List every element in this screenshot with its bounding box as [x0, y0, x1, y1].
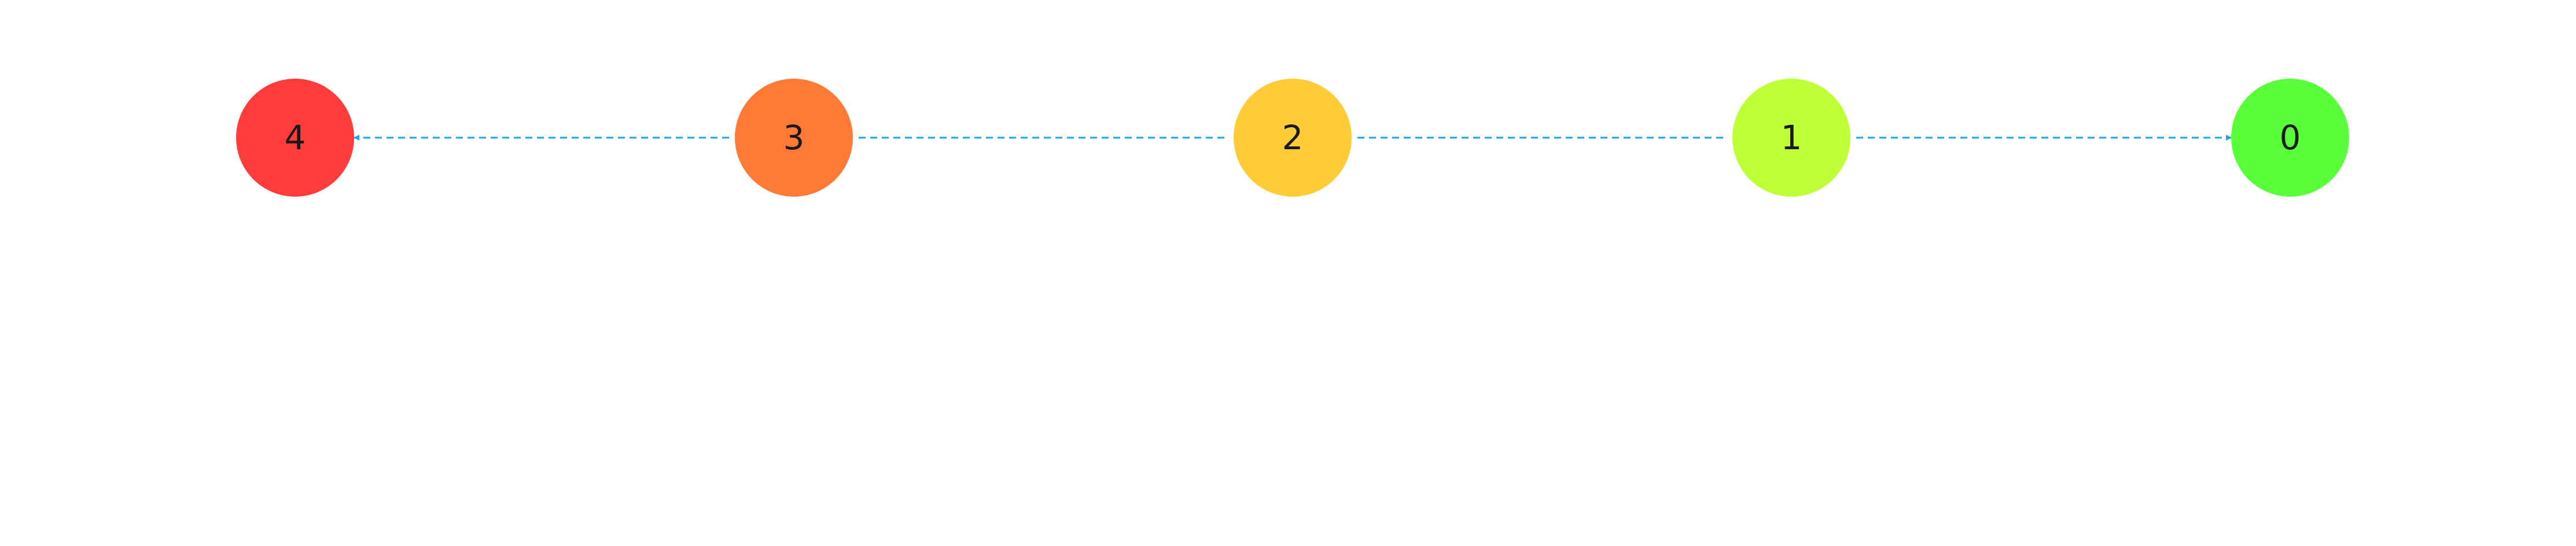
node-1[interactable]: 1 [1732, 79, 1850, 197]
node-3-label: 3 [783, 118, 805, 157]
node-4[interactable]: 4 [236, 79, 354, 197]
node-1-label: 1 [1781, 118, 1802, 157]
node-2-label: 2 [1282, 118, 1304, 157]
node-3[interactable]: 3 [735, 79, 853, 197]
node-2[interactable]: 2 [1234, 79, 1352, 197]
flow-diagram: 4 3 2 1 0 [236, 79, 2349, 197]
node-4-label: 4 [285, 118, 306, 157]
node-0-label: 0 [2280, 118, 2301, 157]
node-0[interactable]: 0 [2231, 79, 2349, 197]
